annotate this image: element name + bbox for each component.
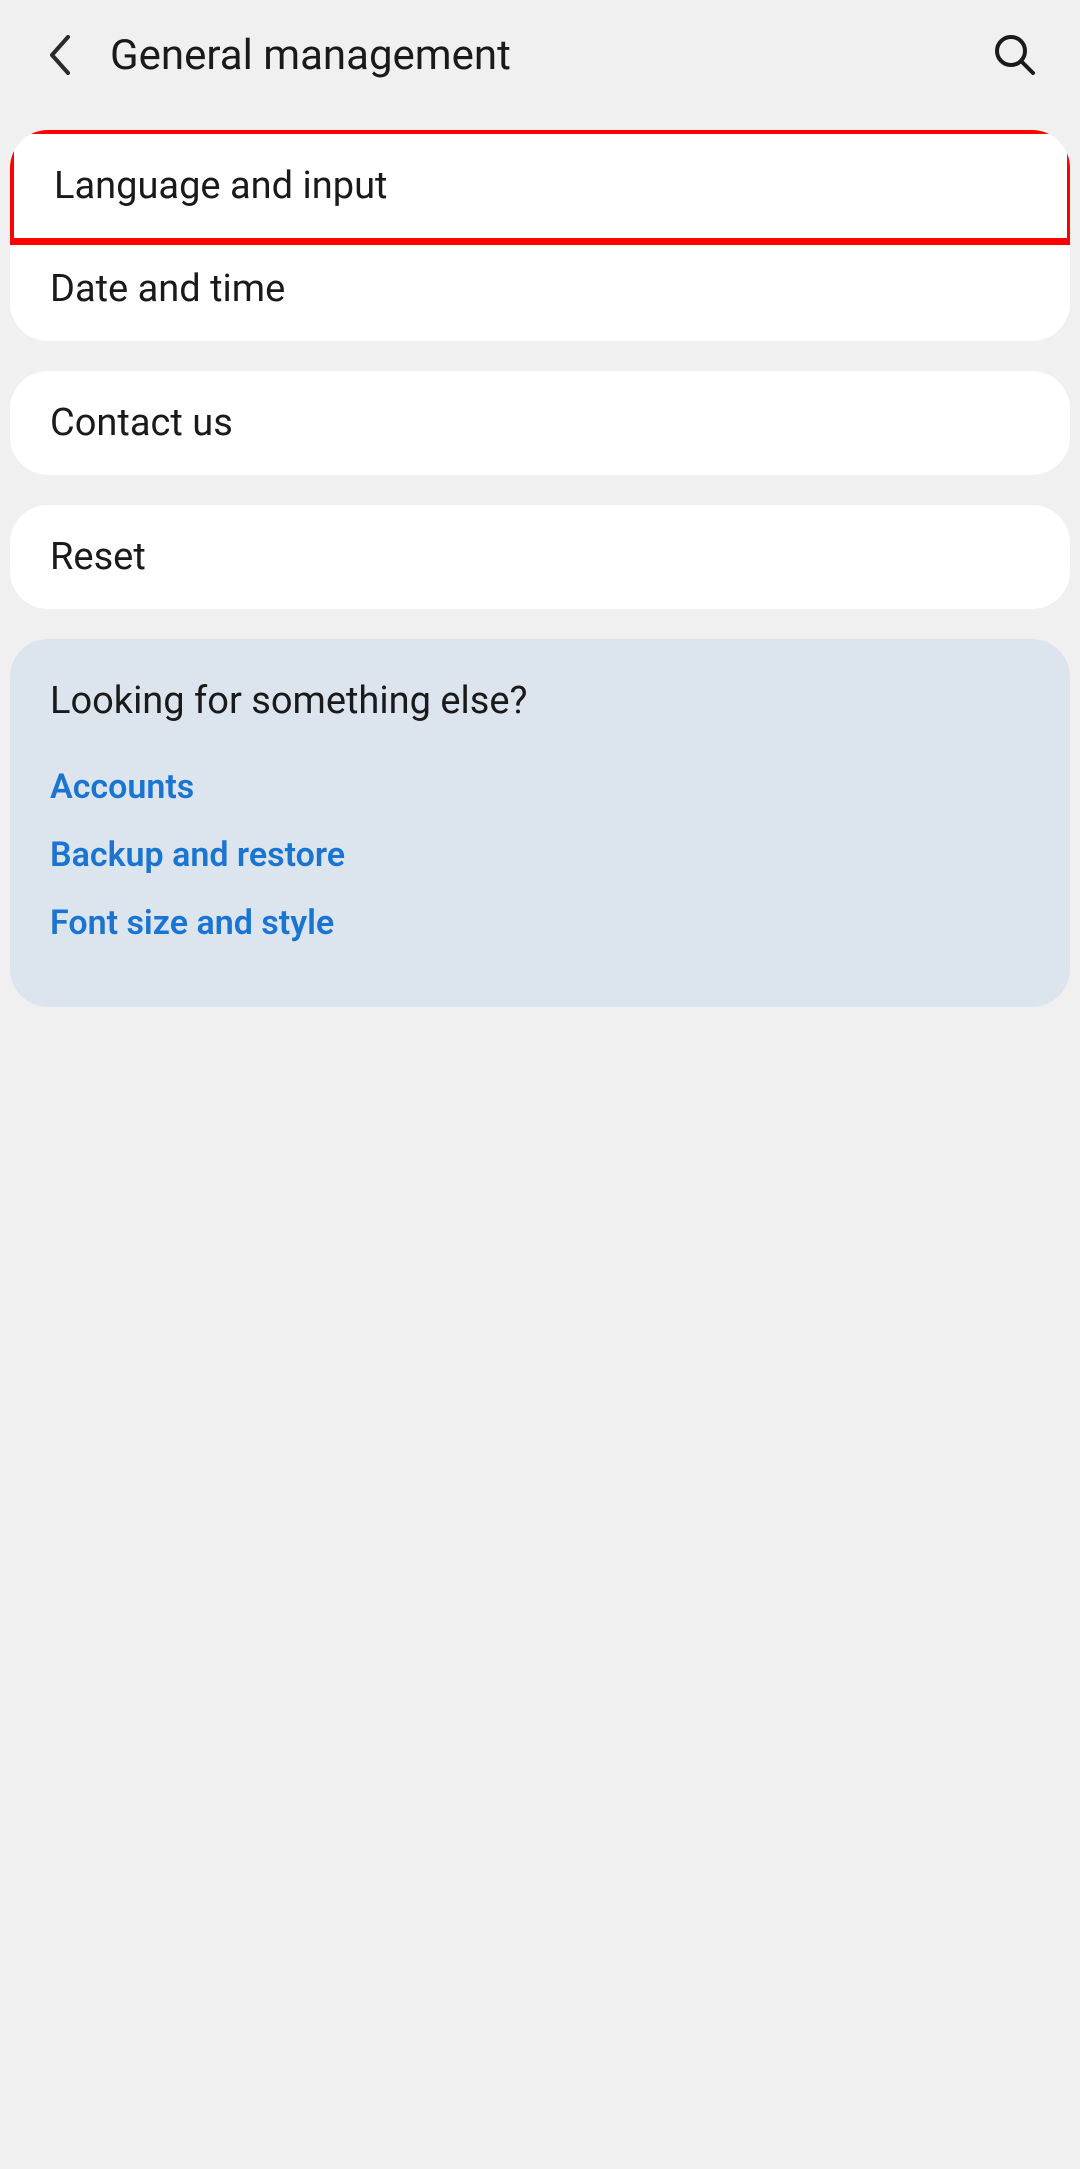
item-label: Reset [50,535,146,579]
settings-group-3: Reset [10,505,1070,609]
content-area: Language and input Date and time Contact… [0,110,1080,1007]
suggestion-card: Looking for something else? Accounts Bac… [10,639,1070,1007]
backup-and-restore-link[interactable]: Backup and restore [50,821,1030,889]
date-and-time-item[interactable]: Date and time [10,245,1070,341]
link-label: Backup and restore [50,835,345,875]
reset-item[interactable]: Reset [10,505,1070,609]
font-size-and-style-link[interactable]: Font size and style [50,889,1030,957]
search-icon[interactable] [990,30,1040,80]
item-label: Contact us [50,401,233,445]
link-label: Accounts [50,767,194,807]
settings-group-1: Language and input Date and time [10,130,1070,341]
suggestion-title: Looking for something else? [50,679,1030,723]
page-title: General management [110,31,990,80]
link-label: Font size and style [50,903,334,943]
settings-group-2: Contact us [10,371,1070,475]
contact-us-item[interactable]: Contact us [10,371,1070,475]
item-label: Date and time [50,267,285,311]
back-icon[interactable] [40,35,80,75]
language-and-input-item[interactable]: Language and input [10,130,1070,245]
accounts-link[interactable]: Accounts [50,753,1030,821]
header: General management [0,0,1080,110]
item-label: Language and input [54,164,387,208]
